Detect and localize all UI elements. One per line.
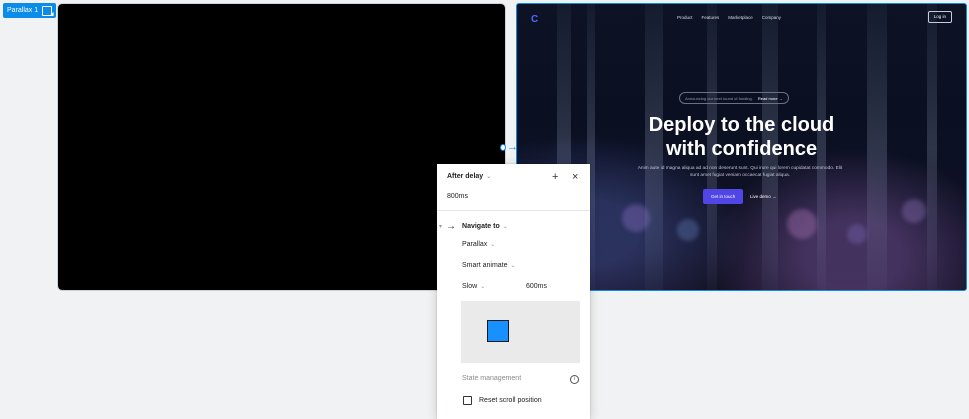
login-button[interactable]: Log in bbox=[927, 11, 952, 23]
checkbox-icon[interactable] bbox=[463, 396, 472, 405]
state-management-label: State management bbox=[462, 375, 522, 382]
collapse-caret-icon[interactable]: ▾ bbox=[439, 223, 442, 230]
preview-square bbox=[487, 320, 509, 342]
close-icon[interactable]: × bbox=[572, 172, 578, 183]
frame-label-tag[interactable]: Parallax 1 bbox=[3, 3, 57, 18]
announcement-link[interactable]: Read more → bbox=[758, 96, 783, 101]
destination-dropdown[interactable]: Parallax ⌄ bbox=[462, 241, 495, 248]
interaction-details-panel: After delay ⌄ + × 800ms ▾ → Navigate to … bbox=[437, 164, 590, 419]
play-prototype-icon[interactable] bbox=[42, 5, 53, 16]
easing-label: Slow bbox=[462, 283, 478, 290]
animation-label: Smart animate bbox=[462, 262, 508, 269]
connection-origin-icon[interactable] bbox=[500, 143, 506, 151]
duration-value: 600ms bbox=[526, 283, 548, 290]
chevron-down-icon: ⌄ bbox=[490, 242, 496, 248]
site-nav: Product Features Marketplace Company bbox=[677, 15, 781, 20]
delay-input[interactable]: 800ms bbox=[447, 193, 468, 200]
chevron-down-icon: ⌄ bbox=[510, 263, 516, 269]
info-icon[interactable]: i bbox=[570, 375, 579, 384]
destination-label: Parallax bbox=[462, 241, 488, 248]
action-row[interactable]: ▾ → Navigate to ⌄ bbox=[439, 221, 508, 232]
duration-input[interactable]: 600ms bbox=[526, 283, 547, 290]
hero-subtext: Anim aute id magna aliqua ad ad non dese… bbox=[637, 166, 843, 178]
trigger-dropdown[interactable]: After delay ⌄ bbox=[447, 173, 491, 180]
hero-headline: Deploy to the cloud with confidence bbox=[517, 113, 966, 161]
nav-link-product[interactable]: Product bbox=[677, 15, 693, 20]
arrow-right-icon: → bbox=[446, 221, 457, 232]
frame-label: Parallax 1 bbox=[7, 7, 39, 14]
trigger-label: After delay bbox=[447, 173, 484, 180]
nav-link-company[interactable]: Company bbox=[762, 15, 781, 20]
chevron-down-icon: ⌄ bbox=[502, 224, 508, 230]
delay-value: 800ms bbox=[447, 193, 469, 200]
animation-dropdown[interactable]: Smart animate ⌄ bbox=[462, 262, 516, 269]
nav-link-features[interactable]: Features bbox=[702, 15, 720, 20]
chevron-down-icon: ⌄ bbox=[486, 174, 492, 180]
animation-preview bbox=[461, 301, 580, 363]
site-logo[interactable]: C bbox=[531, 14, 538, 25]
announcement-pill[interactable]: Announcing our next round of funding. Re… bbox=[679, 92, 789, 104]
headline-line-2: with confidence bbox=[665, 138, 818, 160]
nav-link-marketplace[interactable]: Marketplace bbox=[728, 15, 753, 20]
action-label: Navigate to bbox=[462, 223, 500, 230]
reset-scroll-label: Reset scroll position bbox=[479, 397, 542, 404]
add-icon[interactable]: + bbox=[552, 172, 558, 183]
live-demo-link[interactable]: Live demo → bbox=[750, 189, 777, 204]
reset-scroll-checkbox[interactable]: Reset scroll position bbox=[463, 396, 542, 405]
chevron-down-icon: ⌄ bbox=[480, 284, 486, 290]
headline-line-1: Deploy to the cloud bbox=[648, 114, 835, 136]
announcement-text: Announcing our next round of funding. bbox=[685, 95, 753, 101]
get-in-touch-button[interactable]: Get in touch bbox=[703, 189, 744, 204]
easing-dropdown[interactable]: Slow ⌄ bbox=[462, 283, 485, 290]
